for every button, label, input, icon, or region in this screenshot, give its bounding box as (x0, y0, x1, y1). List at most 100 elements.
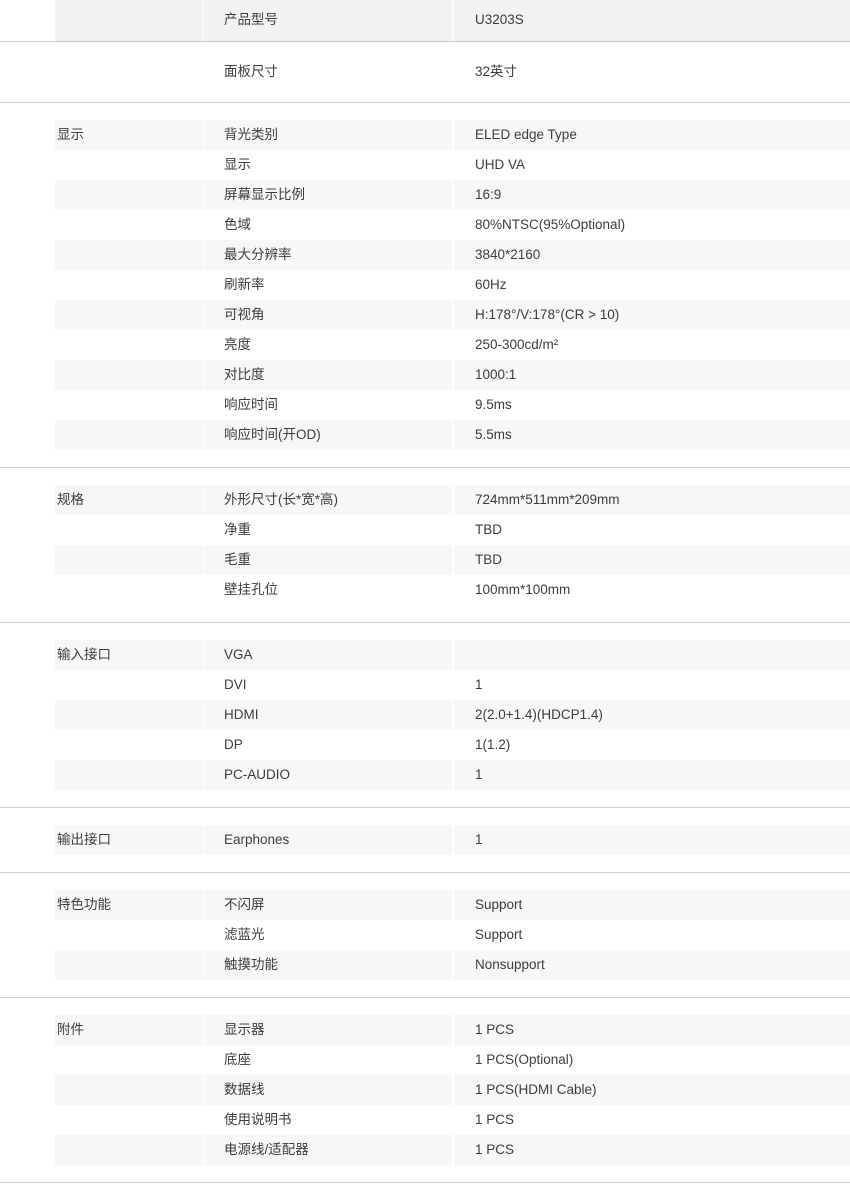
spec-name: 显示器 (204, 1015, 452, 1045)
spec-name: 使用说明书 (224, 1111, 292, 1127)
spec-row: 产品型号 U3203S (0, 0, 850, 41)
section-gap-bottom-1 (0, 605, 850, 622)
spec-row: 使用说明书 1 PCS (0, 1105, 850, 1135)
spec-group-spacer (55, 1045, 203, 1075)
spec-value: Support (475, 926, 523, 942)
spec-group-label (55, 42, 203, 102)
spec-row: 色域 80%NTSC(95%Optional) (0, 210, 850, 240)
spec-value: 250-300cd/m² (475, 336, 559, 352)
spec-row: DVI 1 (0, 670, 850, 700)
spec-name: 毛重 (204, 545, 452, 575)
spec-name: 屏幕显示比例 (204, 180, 452, 210)
spec-group-spacer (55, 210, 203, 240)
spec-name: 响应时间 (224, 396, 278, 412)
section-gap-top-4 (0, 873, 850, 890)
spec-group-spacer (55, 515, 203, 545)
spec-row: 电源线/适配器 1 PCS (0, 1135, 850, 1165)
spec-row: 输入接口 VGA (0, 640, 850, 670)
spec-row: 壁挂孔位 100mm*100mm (0, 575, 850, 605)
spec-group-spacer (55, 1105, 203, 1135)
spec-value: 1 PCS (454, 1015, 850, 1045)
spec-row: 亮度 250-300cd/m² (0, 330, 850, 360)
spec-value: H:178°/V:178°(CR > 10) (454, 300, 850, 330)
section-gap-top-1 (0, 468, 850, 485)
spec-group-spacer (55, 760, 203, 790)
section-gap-bottom-2 (0, 790, 850, 807)
section-gap-top-5 (0, 998, 850, 1015)
spec-row: 附件 显示器 1 PCS (0, 1015, 850, 1045)
spec-row: 屏幕显示比例 16:9 (0, 180, 850, 210)
spec-name: 产品型号 (204, 0, 452, 41)
spec-value: 60Hz (475, 276, 507, 292)
spec-row: 刷新率 60Hz (0, 270, 850, 300)
spec-value: 724mm*511mm*209mm (454, 485, 850, 515)
spec-name: 电源线/适配器 (204, 1135, 452, 1165)
spec-name: 色域 (224, 216, 251, 232)
spec-value: 5.5ms (454, 420, 850, 450)
spec-group-label: 附件 (55, 1015, 203, 1045)
spec-name: 滤蓝光 (224, 926, 265, 942)
spec-row: 面板尺寸 32英寸 (0, 42, 850, 102)
spec-name: PC-AUDIO (204, 760, 452, 790)
spec-row: 底座 1 PCS(Optional) (0, 1045, 850, 1075)
spec-group-label: 显示 (55, 120, 203, 150)
spec-row: 数据线 1 PCS(HDMI Cable) (0, 1075, 850, 1105)
spec-group-spacer (55, 575, 203, 605)
spec-value: 32英寸 (475, 63, 518, 79)
spec-group-spacer (55, 950, 203, 980)
spec-group-spacer (55, 390, 203, 420)
spec-table-body: 产品型号 U3203S 面板尺寸 32英寸 显示 背光类别 ELED edge Type 显示… (0, 0, 850, 1203)
spec-name: 可视角 (204, 300, 452, 330)
spec-name: HDMI (204, 700, 452, 730)
spec-value: Nonsupport (454, 950, 850, 980)
spec-value: 3840*2160 (454, 240, 850, 270)
spec-group-spacer (55, 150, 203, 180)
spec-group-label (55, 0, 203, 41)
section-gap-bottom-3 (0, 855, 850, 872)
section-gap-bottom-0 (0, 450, 850, 467)
spec-value: Support (454, 890, 850, 920)
spec-group-spacer (55, 330, 203, 360)
spec-name: 亮度 (224, 336, 251, 352)
spec-value: 9.5ms (475, 396, 512, 412)
spec-name: 最大分辨率 (204, 240, 452, 270)
spec-name: 背光类别 (204, 120, 452, 150)
spec-group-spacer (55, 270, 203, 300)
spec-name: 壁挂孔位 (224, 581, 278, 597)
spec-value: 1 PCS (454, 1135, 850, 1165)
spec-row: 毛重 TBD (0, 545, 850, 575)
spec-row: 响应时间 9.5ms (0, 390, 850, 420)
spec-row: 净重 TBD (0, 515, 850, 545)
spec-value: 1 (454, 760, 850, 790)
spec-name: 对比度 (204, 360, 452, 390)
spec-group-label: 特色功能 (55, 890, 203, 920)
spec-value: 1(1.2) (475, 736, 511, 752)
spec-value: 100mm*100mm (475, 581, 571, 597)
spec-value: TBD (475, 521, 502, 537)
spec-name: 外形尺寸(长*宽*高) (204, 485, 452, 515)
spec-group-label: 输出接口 (55, 825, 203, 855)
spec-name: 触摸功能 (204, 950, 452, 980)
section-gap-bottom-4 (0, 980, 850, 997)
section-gap-bottom-5 (0, 1165, 850, 1182)
spec-group-spacer (55, 300, 203, 330)
spec-group-spacer (55, 700, 203, 730)
spec-name: 数据线 (204, 1075, 452, 1105)
spec-row: 可视角 H:178°/V:178°(CR > 10) (0, 300, 850, 330)
spec-name: 面板尺寸 (224, 63, 278, 79)
spec-name: 显示 (224, 156, 251, 172)
spec-name: 不闪屏 (204, 890, 452, 920)
spec-value: U3203S (454, 0, 850, 41)
spec-value (454, 640, 850, 670)
spec-group-spacer (55, 1135, 203, 1165)
spec-name: DVI (224, 676, 247, 692)
spec-row: HDMI 2(2.0+1.4)(HDCP1.4) (0, 700, 850, 730)
spec-value: UHD VA (475, 156, 526, 172)
spec-row: 输出接口 Earphones 1 (0, 825, 850, 855)
product-spec-sheet: 产品型号 U3203S 面板尺寸 32英寸 显示 背光类别 ELED edge Type 显示… (0, 0, 850, 1203)
spec-row: 对比度 1000:1 (0, 360, 850, 390)
spec-value: 1 (454, 825, 850, 855)
spec-value: 1 PCS(Optional) (475, 1051, 574, 1067)
spec-group-spacer (55, 730, 203, 760)
section-gap-top-2 (0, 623, 850, 640)
